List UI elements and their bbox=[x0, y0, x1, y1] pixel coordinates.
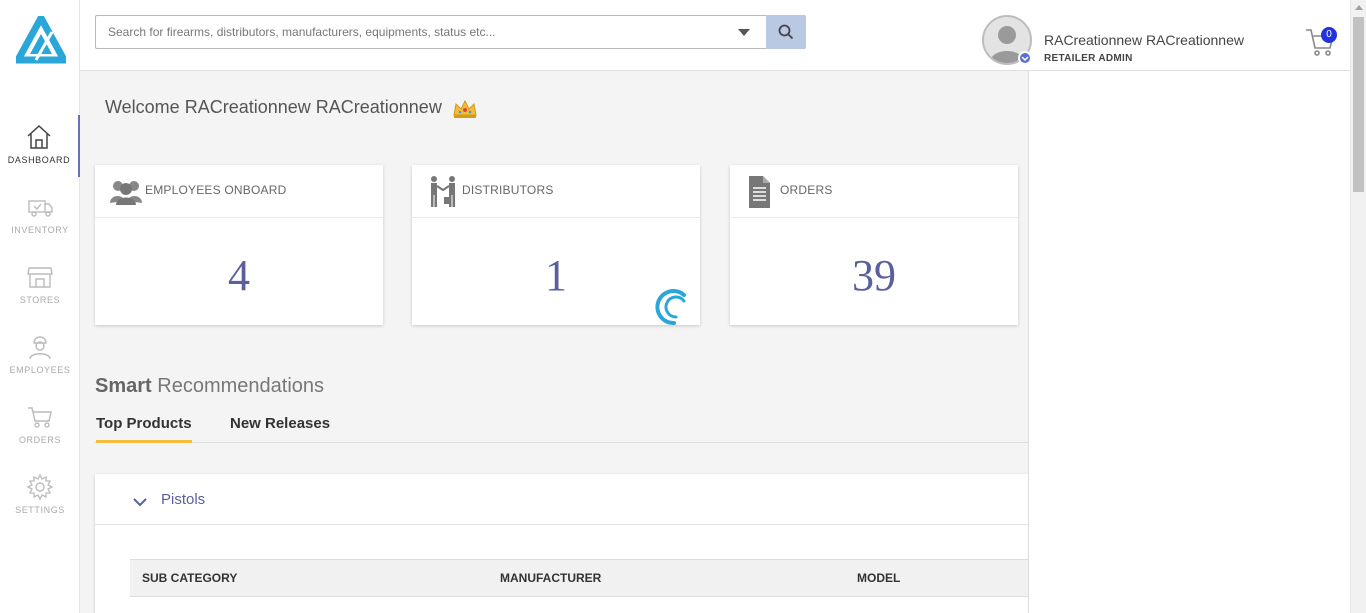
profile-menu-chevron-icon[interactable] bbox=[1018, 51, 1032, 65]
search-input[interactable] bbox=[96, 16, 736, 48]
sidebar-item-settings[interactable]: SETTINGS bbox=[0, 465, 80, 527]
chevron-down-icon[interactable] bbox=[738, 29, 750, 36]
loading-spinner-icon bbox=[654, 287, 690, 326]
brand-logo[interactable] bbox=[12, 10, 70, 64]
stat-title: DISTRIBUTORS bbox=[462, 183, 554, 197]
chevron-down-icon bbox=[133, 494, 147, 512]
home-icon bbox=[27, 124, 51, 149]
user-name[interactable]: RACreationnew RACreationnew bbox=[1044, 32, 1244, 48]
stat-title: EMPLOYEES ONBOARD bbox=[145, 183, 287, 197]
gear-icon bbox=[26, 473, 54, 501]
sidebar-item-label: EMPLOYEES bbox=[9, 365, 71, 375]
sidebar-item-label: SETTINGS bbox=[15, 505, 65, 515]
sidebar-item-label: INVENTORY bbox=[11, 225, 69, 235]
employee-icon bbox=[29, 336, 51, 360]
document-icon bbox=[744, 175, 774, 214]
recommendations-tabs: Top Products New Releases bbox=[95, 415, 1029, 443]
scrollbar-thumb[interactable] bbox=[1353, 17, 1364, 192]
page-scrollbar[interactable] bbox=[1350, 0, 1366, 613]
tab-new-releases[interactable]: New Releases bbox=[230, 415, 330, 443]
profile-drawer-panel bbox=[1028, 71, 1350, 613]
category-panel-pistols: Pistols SUB CATEGORY MANUFACTURER MODEL bbox=[95, 474, 1029, 613]
column-header-sub-category[interactable]: SUB CATEGORY bbox=[142, 571, 237, 585]
stat-card-orders[interactable]: ORDERS 39 bbox=[730, 165, 1018, 325]
sidebar-item-dashboard[interactable]: DASHBOARD bbox=[0, 115, 80, 177]
stat-card-employees[interactable]: EMPLOYEES ONBOARD 4 bbox=[95, 165, 383, 325]
welcome-message: Welcome RACreationnew RACreationnew bbox=[105, 97, 442, 117]
search-bar bbox=[95, 15, 806, 49]
crown-icon bbox=[452, 97, 478, 124]
sidebar-item-stores[interactable]: STORES bbox=[0, 255, 80, 317]
users-icon bbox=[109, 175, 143, 212]
recommendations-heading-rest: Recommendations bbox=[151, 375, 325, 397]
stat-value: 39 bbox=[852, 251, 896, 300]
sidebar-item-label: ORDERS bbox=[18, 435, 62, 445]
panel-title: Pistols bbox=[161, 491, 206, 508]
sidebar: DASHBOARD INVENTORY STORES EMPLOYEES ORD… bbox=[0, 0, 80, 613]
sidebar-item-inventory[interactable]: INVENTORY bbox=[0, 185, 80, 247]
panel-header[interactable]: Pistols bbox=[95, 474, 1029, 525]
user-role: RETAILER ADMIN bbox=[1044, 53, 1133, 64]
handshake-icon bbox=[426, 175, 460, 214]
recommendations-heading: Smart Recommendations bbox=[95, 375, 324, 398]
stat-value: 4 bbox=[228, 251, 250, 300]
tab-top-products[interactable]: Top Products bbox=[96, 415, 192, 443]
table-header: SUB CATEGORY MANUFACTURER MODEL bbox=[130, 559, 1029, 597]
cart-count-badge: 0 bbox=[1321, 27, 1337, 43]
recommendations-heading-bold: Smart bbox=[95, 375, 152, 397]
cart-icon bbox=[28, 407, 52, 428]
truck-icon bbox=[28, 200, 53, 217]
sidebar-item-orders[interactable]: ORDERS bbox=[0, 395, 80, 457]
sidebar-item-employees[interactable]: EMPLOYEES bbox=[0, 325, 80, 387]
search-icon bbox=[778, 24, 794, 40]
sidebar-item-label: STORES bbox=[19, 295, 61, 305]
scroll-up-arrow-icon[interactable] bbox=[1355, 5, 1363, 10]
store-icon bbox=[27, 267, 53, 288]
stat-title: ORDERS bbox=[780, 183, 833, 197]
top-header: RACreationnew RACreationnew RETAILER ADM… bbox=[80, 0, 1350, 71]
sidebar-item-label: DASHBOARD bbox=[7, 155, 71, 165]
search-button[interactable] bbox=[766, 15, 806, 49]
column-header-manufacturer[interactable]: MANUFACTURER bbox=[500, 571, 601, 585]
column-header-model[interactable]: MODEL bbox=[857, 571, 900, 585]
